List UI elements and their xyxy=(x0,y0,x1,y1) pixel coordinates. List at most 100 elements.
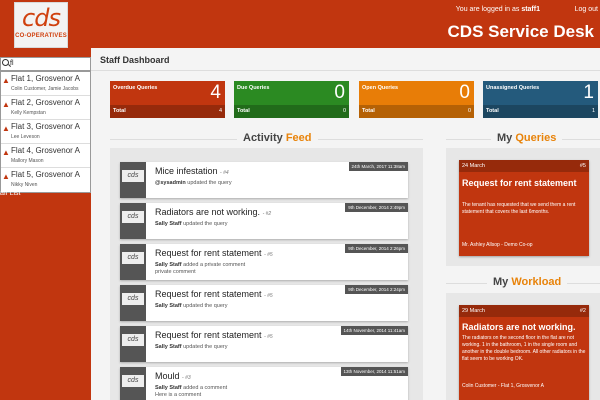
logo-subtext: CO-OPERATIVES xyxy=(15,33,67,39)
my-queries-panel: 24 March #5 Request for rent statement T… xyxy=(446,148,600,266)
feed-action-text: updated the query xyxy=(183,344,228,350)
search-results-list: ▲ Flat 1, Grosvenor A Colin Customer, Ja… xyxy=(0,71,91,193)
app-title: CDS Service Desk xyxy=(447,22,594,41)
search-result-residents: Mallory Mason xyxy=(11,158,44,164)
workload-card[interactable]: 29 March #2 Radiators are not working. T… xyxy=(459,305,589,400)
feed-item[interactable]: cds Request for rent statement - #5 Sall… xyxy=(120,244,408,280)
feed-item[interactable]: cds Request for rent statement - #5 Sall… xyxy=(120,285,408,321)
search-result-residents: Lee Leveson xyxy=(11,134,40,140)
stat-label: Unassigned Queries xyxy=(486,85,540,91)
feed-item-date: 9th December, 2014 2:24pm xyxy=(345,285,408,294)
card-footer: Mr. Ashley Allsop - Demo Co-op xyxy=(462,242,533,248)
feed-title-text: Request for rent statement xyxy=(155,289,262,299)
feed-item[interactable]: cds Radiators are not working. - #2 Sall… xyxy=(120,203,408,239)
feed-item-action: Sally Staff added a private comment xyxy=(155,262,245,268)
feed-title-text: Mould xyxy=(155,371,180,381)
stat-total-label: Total xyxy=(486,108,499,114)
feed-action-text: updated the query xyxy=(187,180,232,186)
stat-due-queries[interactable]: Due Queries 0 Total 0 xyxy=(234,81,349,118)
card-number: #5 xyxy=(579,163,586,169)
feed-item-action: Sally Staff updated the query xyxy=(155,344,227,350)
stat-value: 1 xyxy=(583,82,594,103)
feed-item-date: 9th December, 2014 2:49pm xyxy=(345,203,408,212)
card-number: #2 xyxy=(579,308,586,314)
stat-total-value: 1 xyxy=(591,108,595,114)
search-result-title: Flat 5, Grosvenor A xyxy=(11,170,80,179)
stat-label: Open Queries xyxy=(362,85,399,91)
card-title: Request for rent statement xyxy=(462,178,577,188)
title-divider xyxy=(91,70,600,71)
card-title: Radiators are not working. xyxy=(462,322,576,332)
feed-item-action: Sally Staff updated the query xyxy=(155,221,227,227)
avatar: cds xyxy=(120,285,146,321)
search-result-item[interactable]: ▲ Flat 2, Grosvenor A Kelly Kempstan xyxy=(1,96,90,120)
cds-logo-icon: cds xyxy=(122,211,144,223)
stat-foot: Total 1 xyxy=(483,105,598,118)
heading-accent: Feed xyxy=(285,132,312,144)
card-header: 24 March #5 xyxy=(459,160,589,172)
cds-logo-icon: cds xyxy=(122,293,144,305)
stat-head: Unassigned Queries 1 xyxy=(483,81,598,105)
stat-open-queries[interactable]: Open Queries 0 Total 0 xyxy=(359,81,474,118)
cds-logo[interactable]: cds CO-OPERATIVES xyxy=(14,2,68,48)
stat-label: Overdue Queries xyxy=(113,85,158,91)
search-input[interactable]: fl xyxy=(0,57,91,71)
feed-title-text: Radiators are not working. xyxy=(155,207,261,217)
card-body: The radiators on the second floor in the… xyxy=(462,335,586,362)
activity-feed-heading: Activity Feed xyxy=(237,132,318,144)
stat-total-label: Total xyxy=(362,108,375,114)
search-result-residents: Colin Customer, Jamie Jacobs xyxy=(11,86,79,92)
page-title: Staff Dashboard xyxy=(100,55,170,65)
avatar: cds xyxy=(120,326,146,362)
login-prefix: You are logged in as xyxy=(455,6,520,13)
avatar: cds xyxy=(120,244,146,280)
stat-total-value: 0 xyxy=(342,108,346,114)
stat-total-value: 0 xyxy=(467,108,471,114)
stat-value: 4 xyxy=(210,82,221,103)
feed-title-text: Request for rent statement xyxy=(155,248,262,258)
feed-title-text: Request for rent statement xyxy=(155,330,262,340)
feed-item[interactable]: cds Mice infestation - #4 @sysadmin upda… xyxy=(120,162,408,198)
feed-actor: Sally Staff xyxy=(155,303,182,309)
feed-action-text: updated the query xyxy=(183,221,228,227)
feed-item-action: Sally Staff added a comment xyxy=(155,385,227,391)
feed-item-action: Sally Staff updated the query xyxy=(155,303,227,309)
stat-value: 0 xyxy=(334,82,345,103)
stat-overdue-queries[interactable]: Overdue Queries 4 Total 4 xyxy=(110,81,225,118)
sidebar-item-staff-list[interactable]: aff List xyxy=(0,190,21,197)
stat-total-value: 4 xyxy=(218,108,222,114)
my-workload-panel: 29 March #2 Radiators are not working. T… xyxy=(446,293,600,400)
query-card[interactable]: 24 March #5 Request for rent statement T… xyxy=(459,160,589,256)
feed-action-text: added a comment xyxy=(183,385,228,391)
heading-accent: Queries xyxy=(515,132,557,144)
heading-part: Activity xyxy=(243,132,283,144)
logout-link[interactable]: Log out xyxy=(575,6,598,13)
card-body: The tenant has requested that we send th… xyxy=(462,202,576,215)
feed-ref: - #2 xyxy=(262,211,272,217)
feed-ref: - #4 xyxy=(220,170,229,176)
feed-item-title: Request for rent statement - #5 xyxy=(155,248,273,258)
stat-head: Open Queries 0 xyxy=(359,81,474,105)
stat-head: Due Queries 0 xyxy=(234,81,349,105)
cds-logo-icon: cds xyxy=(122,170,144,182)
search-result-title: Flat 4, Grosvenor A xyxy=(11,146,80,155)
cds-logo-icon: cds xyxy=(122,252,144,264)
search-result-item[interactable]: ▲ Flat 4, Grosvenor A Mallory Mason xyxy=(1,144,90,168)
stat-unassigned-queries[interactable]: Unassigned Queries 1 Total 1 xyxy=(483,81,598,118)
home-icon: ▲ xyxy=(2,172,10,181)
feed-item[interactable]: cds Request for rent statement - #5 Sall… xyxy=(120,326,408,362)
card-date: 24 March xyxy=(462,163,485,169)
my-workload-heading: My Workload xyxy=(487,276,568,288)
feed-ref: - #5 xyxy=(264,334,273,340)
cds-logo-icon: cds xyxy=(122,334,144,346)
search-result-item[interactable]: ▲ Flat 1, Grosvenor A Colin Customer, Ja… xyxy=(1,72,90,96)
feed-item[interactable]: cds Mould - #3 Sally Staff added a comme… xyxy=(120,367,408,400)
search-result-residents: Kelly Kempstan xyxy=(11,110,46,116)
search-result-item[interactable]: ▲ Flat 5, Grosvenor A Nikky Niven xyxy=(1,168,90,192)
feed-item-title: Mould - #3 xyxy=(155,371,191,381)
search-icon xyxy=(2,59,9,66)
avatar: cds xyxy=(120,203,146,239)
search-result-item[interactable]: ▲ Flat 3, Grosvenor A Lee Leveson xyxy=(1,120,90,144)
feed-item-action: @sysadmin updated the query xyxy=(155,180,232,186)
stat-total-label: Total xyxy=(113,108,126,114)
